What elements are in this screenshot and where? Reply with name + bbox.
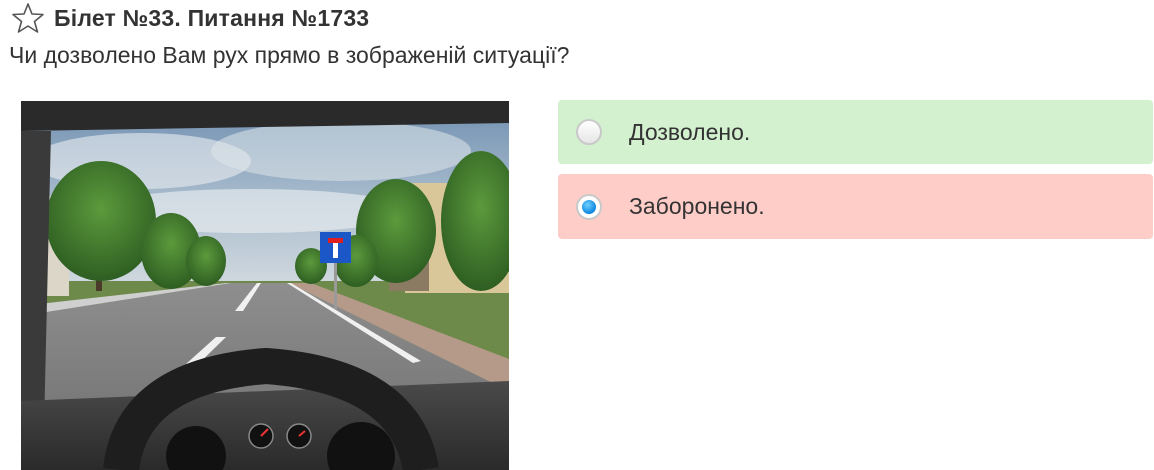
answer-list: Дозволено. Заборонено. <box>558 100 1153 249</box>
answer-option-allowed[interactable]: Дозволено. <box>558 100 1153 164</box>
question-text: Чи дозволено Вам рух прямо в зображеній … <box>9 42 570 68</box>
answer-label: Дозволено. <box>629 118 751 145</box>
ticket-title: Білет №33. Питання №1733 <box>54 4 370 31</box>
radio-checked-icon[interactable] <box>576 193 602 220</box>
star-icon[interactable] <box>12 2 44 34</box>
radio-unchecked-icon[interactable] <box>576 119 602 145</box>
question-image <box>21 101 509 470</box>
answer-label: Заборонено. <box>629 193 765 219</box>
ticket-header: Білет №33. Питання №1733 <box>12 2 369 34</box>
answer-option-forbidden[interactable]: Заборонено. <box>558 174 1153 239</box>
